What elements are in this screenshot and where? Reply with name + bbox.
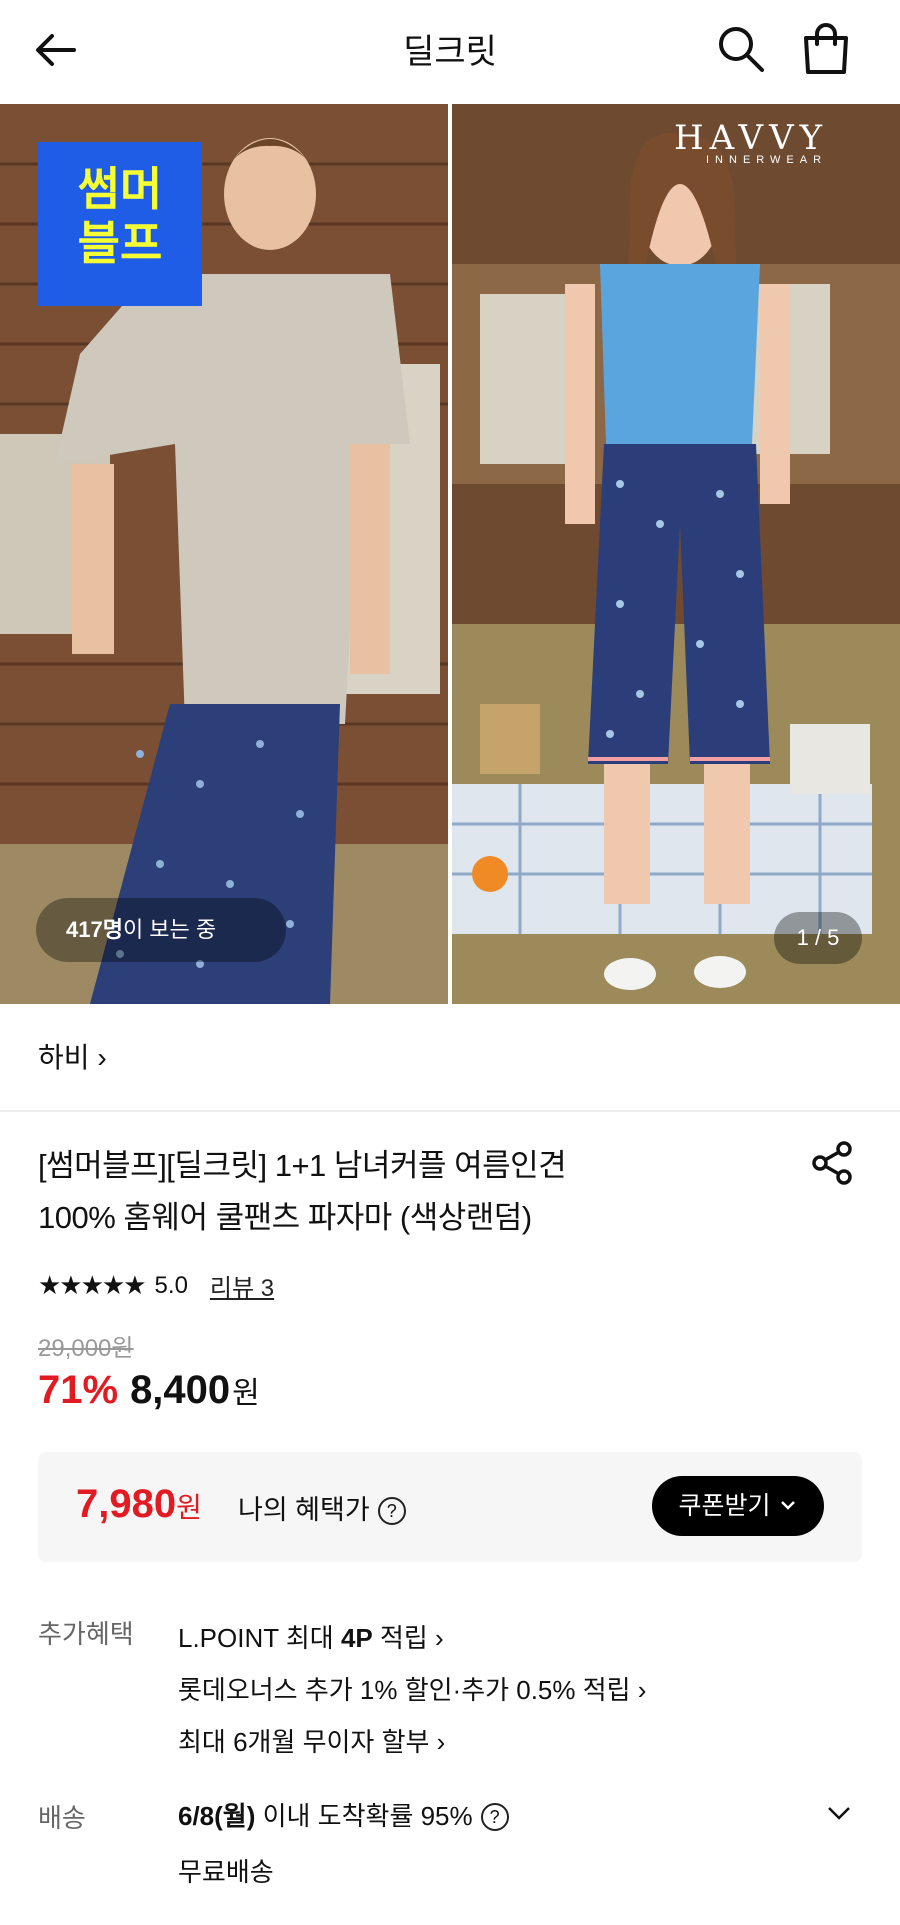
coupon-button-label: 쿠폰받기: [678, 1492, 771, 1520]
lpoint-text-pre: L.POINT 최대: [178, 1623, 341, 1653]
benefit-label-text: 나의 혜택가: [238, 1495, 370, 1525]
chevron-down-icon: [781, 1501, 796, 1510]
benefit-price-box: 7,980원 나의 혜택가? 쿠폰받기: [38, 1452, 862, 1562]
lpoint-points: 4P: [340, 1623, 373, 1653]
chevron-right-icon: ›: [97, 1042, 107, 1073]
rating-row: ★★★★★ 5.0 리뷰 3: [38, 1268, 274, 1303]
brand-link[interactable]: 하비 ›: [38, 1036, 107, 1076]
brand-name: 하비: [38, 1042, 90, 1073]
product-title-line-1: [썸머블프][딜크릿] 1+1 남녀커플 여름인견: [38, 1148, 567, 1183]
shipping-estimate: 6/8(월) 이내 도착확률 95%?: [178, 1796, 509, 1833]
price-row: 71% 8,400 원: [38, 1368, 260, 1413]
reviews-link[interactable]: 리뷰 3: [210, 1268, 274, 1303]
installment-benefit-link[interactable]: 최대 6개월 무이자 할부 ›: [178, 1716, 646, 1768]
share-icon[interactable]: [808, 1138, 858, 1188]
product-title: [썸머블프][딜크릿] 1+1 남녀커플 여름인견 100% 홈웨어 쿨팬츠 파…: [38, 1140, 718, 1244]
image-pager: 1 / 5: [774, 912, 862, 964]
shopping-bag-icon[interactable]: [796, 18, 856, 78]
divider: [0, 1110, 900, 1112]
benefit-price: 7,980원: [76, 1482, 202, 1527]
star-rating-icon: ★★★★★: [38, 1270, 147, 1300]
lpoint-text-post: 적립 ›: [372, 1623, 444, 1653]
question-icon[interactable]: ?: [377, 1497, 406, 1525]
price-unit: 원: [232, 1377, 260, 1410]
product-title-line-2: 100% 홈웨어 쿨팬츠 파자마 (색상랜덤): [38, 1200, 532, 1235]
chevron-down-icon[interactable]: [824, 1798, 854, 1828]
lpoint-benefit-link[interactable]: L.POINT 최대 4P 적립 ›: [178, 1612, 646, 1664]
lotte-owners-benefit-link[interactable]: 롯데오너스 추가 1% 할인·추가 0.5% 적립 ›: [178, 1664, 646, 1716]
question-icon[interactable]: ?: [480, 1803, 509, 1831]
original-price: 29,000원: [38, 1335, 134, 1362]
benefit-price-value: 7,980: [76, 1482, 177, 1526]
badge-line-1: 썸머: [77, 162, 163, 216]
extra-benefits-list: L.POINT 최대 4P 적립 › 롯데오너스 추가 1% 할인·추가 0.5…: [178, 1612, 646, 1768]
rating-value: 5.0: [154, 1271, 188, 1299]
search-icon[interactable]: [712, 20, 770, 78]
free-shipping: 무료배송: [178, 1857, 274, 1887]
top-app-bar: 딜크릿: [0, 0, 900, 100]
coupon-button[interactable]: 쿠폰받기: [652, 1476, 824, 1536]
benefit-price-unit: 원: [176, 1492, 202, 1523]
product-image-carousel[interactable]: 썸머 블프 HAVVY INNERWEAR 417명이 보는 중 1 / 5: [0, 104, 900, 1004]
live-viewers-badge: 417명이 보는 중: [36, 898, 286, 962]
shipping-probability: 이내 도착확률 95%: [255, 1801, 473, 1831]
benefit-label: 나의 혜택가?: [238, 1488, 406, 1527]
sale-price: 8,400: [130, 1368, 231, 1412]
extra-benefits-label: 추가혜택: [38, 1619, 134, 1649]
shipping-date: 6/8(월): [178, 1801, 256, 1831]
brand-logo-sub: INNERWEAR: [706, 154, 828, 166]
shipping-label: 배송: [38, 1803, 86, 1833]
brand-logo: HAVVY: [674, 118, 829, 158]
viewers-suffix: 이 보는 중: [122, 917, 217, 942]
badge-line-2: 블프: [77, 216, 163, 270]
discount-rate: 71%: [38, 1368, 119, 1412]
viewers-count: 417명: [66, 917, 123, 942]
summer-sale-badge: 썸머 블프: [38, 142, 202, 306]
